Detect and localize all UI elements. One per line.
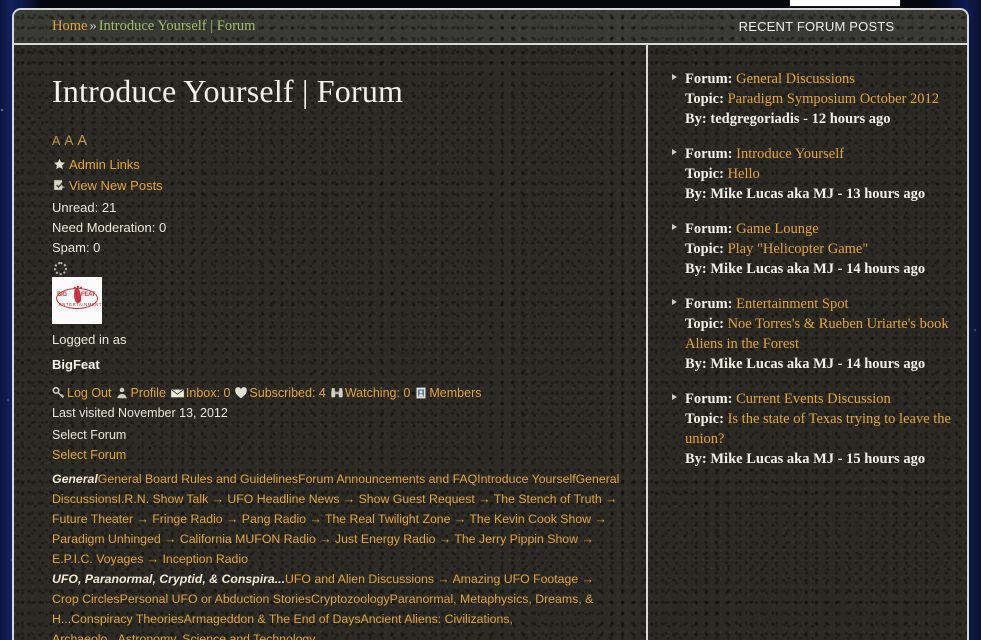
topic-label: Topic: [685,241,724,257]
font-size-large-button[interactable]: A [77,133,87,149]
forum-label: Forum: [685,221,733,237]
breadcrumb: Home» Introduce Yourself | Forum [52,18,255,35]
topic-link[interactable]: Noe Torres's & Rueben Uriarte's book Ali… [685,316,949,352]
breadcrumb-home-link[interactable]: Home [52,18,87,34]
user-actions-row: Log Out Profile Inbox: 0 Subscribed: 4 W… [52,386,620,400]
binoculars-icon [330,386,344,400]
forum-label: Forum: [685,391,733,407]
person-icon [115,386,129,400]
site-frame: Home» Introduce Yourself | Forum RECENT F… [12,8,969,640]
topic-link[interactable]: Hello [728,166,760,182]
page-title: Introduce Yourself | Forum [52,73,404,109]
select-forum-label: Select Forum [52,428,127,442]
envelope-icon [170,386,185,400]
spam-count: Spam: 0 [52,240,101,255]
contact-card-icon [414,386,428,400]
view-new-posts-row[interactable]: View New Posts [52,177,620,194]
forum-group-general[interactable]: GeneralGeneral Board Rules and Guideline… [52,469,620,569]
watching-link[interactable]: Watching: 0 [345,386,411,400]
need-moderation-count: Need Moderation: 0 [52,220,167,235]
forum-link[interactable]: Introduce Yourself [736,146,844,162]
list-item[interactable]: Forum: General Discussions Topic: Paradi… [670,69,953,129]
clipped-top-dialog [789,0,901,7]
breadcrumb-current-page[interactable]: Introduce Yourself | Forum [99,18,256,34]
view-new-posts-label: View New Posts [69,178,163,193]
avatar-brand-right: FEAT [81,292,96,298]
font-size-small-button[interactable]: A [52,134,60,148]
list-item[interactable]: Forum: Game Lounge Topic: Play "Helicopt… [670,219,953,279]
font-size-medium-button[interactable]: A [64,133,73,148]
bullet-arrow-icon [672,394,677,400]
forum-link[interactable]: Current Events Discussion [736,391,891,407]
forum-group-label: General [52,472,98,486]
bullet-arrow-icon [672,224,677,230]
forum-group-label: UFO, Paranormal, Cryptid, & Conspira... [52,572,285,586]
new-posts-page-icon [52,178,67,193]
list-item[interactable]: Forum: Introduce Yourself Topic: Hello B… [670,144,953,204]
post-author-time: By: tedgregoriadis - 12 hours ago [685,111,891,127]
post-author-time: By: Mike Lucas aka MJ - 14 hours ago [685,261,926,277]
post-author-time: By: Mike Lucas aka MJ - 14 hours ago [685,356,926,372]
unread-count: Unread: 21 [52,200,117,215]
loading-spinner-icon [54,262,67,275]
select-forum-link[interactable]: Select Forum [52,448,620,462]
star-icon [52,157,67,172]
recent-forum-posts-heading: RECENT FORUM POSTS [738,19,895,34]
forum-link[interactable]: Entertainment Spot [736,296,848,312]
bullet-arrow-icon [672,149,677,155]
forum-group-ufo[interactable]: UFO, Paranormal, Cryptid, & Conspira...U… [52,569,620,640]
heart-icon [234,386,248,400]
font-size-controls: AAA [52,132,620,150]
breadcrumb-separator: » [89,18,97,34]
forum-link[interactable]: Game Lounge [736,221,819,237]
recent-forum-posts-list: Forum: General Discussions Topic: Paradi… [648,45,967,640]
topic-label: Topic: [685,316,724,332]
forum-label: Forum: [685,71,733,87]
post-author-time: By: Mike Lucas aka MJ - 13 hours ago [685,186,926,202]
forum-label: Forum: [685,296,733,312]
logged-in-label: Logged in as [52,332,127,347]
list-item[interactable]: Forum: Entertainment Spot Topic: Noe Tor… [670,294,953,374]
log-out-link[interactable]: Log Out [67,386,111,400]
admin-links-row[interactable]: Admin Links [52,156,620,173]
topic-label: Topic: [685,411,724,427]
topic-label: Topic: [685,91,724,107]
key-icon [52,386,66,400]
forum-link[interactable]: General Discussions [736,71,855,87]
members-link[interactable]: Members [429,386,481,400]
bullet-arrow-icon [672,299,677,305]
admin-links-label: Admin Links [69,157,140,172]
forum-label: Forum: [685,146,733,162]
content-columns: Introduce Yourself | Forum AAA Admin Lin… [14,45,967,640]
main-content-column: Introduce Yourself | Forum AAA Admin Lin… [14,45,648,640]
inbox-link[interactable]: Inbox: 0 [186,386,230,400]
bullet-arrow-icon [672,74,677,80]
avatar-brand-left: BIG [57,292,67,298]
topic-link[interactable]: Is the state of Texas trying to leave th… [685,411,951,447]
forum-list: GeneralGeneral Board Rules and Guideline… [52,469,620,640]
avatar[interactable]: BIG FEAT ENTERTAINMENT [52,277,102,324]
subscribed-link[interactable]: Subscribed: 4 [249,386,325,400]
forum-group-items[interactable]: General Board Rules and GuidelinesForum … [52,472,619,566]
username: BigFeat [52,357,100,372]
last-visited-text: Last visited November 13, 2012 [52,406,228,420]
footprint-toes-icon [74,286,82,290]
topic-link[interactable]: Play "Helicopter Game" [728,241,869,257]
profile-link[interactable]: Profile [130,386,165,400]
top-navigation-bar: Home» Introduce Yourself | Forum RECENT F… [14,10,967,45]
topic-label: Topic: [685,166,724,182]
list-item[interactable]: Forum: Current Events Discussion Topic: … [670,389,953,469]
avatar-sub-brand: ENTERTAINMENT [59,302,102,307]
topic-link[interactable]: Paradigm Symposium October 2012 [728,91,939,107]
post-author-time: By: Mike Lucas aka MJ - 15 hours ago [685,451,926,467]
